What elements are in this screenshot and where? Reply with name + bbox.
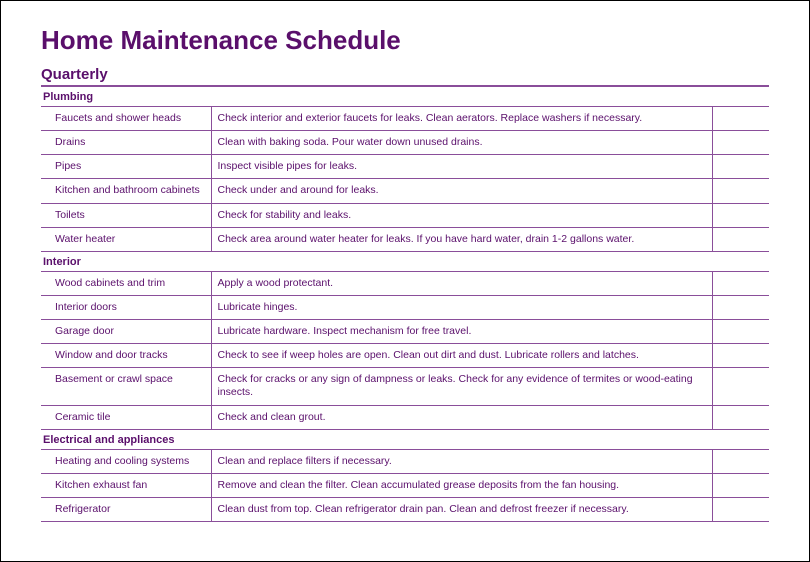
item-check xyxy=(713,405,769,429)
item-name: Faucets and shower heads xyxy=(41,107,211,131)
section-heading-row: Electrical and appliances xyxy=(41,429,769,449)
item-task: Lubricate hinges. xyxy=(211,295,713,319)
table-row: Kitchen and bathroom cabinets Check unde… xyxy=(41,179,769,203)
item-task: Clean with baking soda. Pour water down … xyxy=(211,131,713,155)
item-task: Check to see if weep holes are open. Cle… xyxy=(211,344,713,368)
table-row: Garage door Lubricate hardware. Inspect … xyxy=(41,320,769,344)
section-heading: Plumbing xyxy=(41,87,769,107)
item-task: Lubricate hardware. Inspect mechanism fo… xyxy=(211,320,713,344)
item-name: Kitchen and bathroom cabinets xyxy=(41,179,211,203)
item-check xyxy=(713,179,769,203)
item-name: Kitchen exhaust fan xyxy=(41,473,211,497)
item-name: Water heater xyxy=(41,227,211,251)
item-task: Check under and around for leaks. xyxy=(211,179,713,203)
item-task: Check for cracks or any sign of dampness… xyxy=(211,368,713,405)
table-row: Wood cabinets and trim Apply a wood prot… xyxy=(41,271,769,295)
table-row: Drains Clean with baking soda. Pour wate… xyxy=(41,131,769,155)
item-task: Apply a wood protectant. xyxy=(211,271,713,295)
item-check xyxy=(713,473,769,497)
item-check xyxy=(713,271,769,295)
item-check xyxy=(713,155,769,179)
item-task: Check area around water heater for leaks… xyxy=(211,227,713,251)
item-name: Ceramic tile xyxy=(41,405,211,429)
table-row: Ceramic tile Check and clean grout. xyxy=(41,405,769,429)
schedule-table: Plumbing Faucets and shower heads Check … xyxy=(41,87,769,522)
table-row: Water heater Check area around water hea… xyxy=(41,227,769,251)
item-name: Drains xyxy=(41,131,211,155)
item-check xyxy=(713,203,769,227)
item-task: Check interior and exterior faucets for … xyxy=(211,107,713,131)
page: Home Maintenance Schedule Quarterly Plum… xyxy=(0,0,810,562)
table-row: Faucets and shower heads Check interior … xyxy=(41,107,769,131)
item-name: Refrigerator xyxy=(41,497,211,521)
item-name: Pipes xyxy=(41,155,211,179)
section-heading-row: Plumbing xyxy=(41,87,769,107)
item-check xyxy=(713,449,769,473)
item-name: Garage door xyxy=(41,320,211,344)
page-subtitle: Quarterly xyxy=(41,66,769,87)
item-name: Interior doors xyxy=(41,295,211,319)
item-name: Window and door tracks xyxy=(41,344,211,368)
section-heading: Interior xyxy=(41,251,769,271)
item-check xyxy=(713,344,769,368)
item-check xyxy=(713,368,769,405)
table-row: Pipes Inspect visible pipes for leaks. xyxy=(41,155,769,179)
item-task: Remove and clean the filter. Clean accum… xyxy=(211,473,713,497)
item-check xyxy=(713,107,769,131)
item-name: Heating and cooling systems xyxy=(41,449,211,473)
item-task: Clean dust from top. Clean refrigerator … xyxy=(211,497,713,521)
item-name: Toilets xyxy=(41,203,211,227)
table-row: Toilets Check for stability and leaks. xyxy=(41,203,769,227)
table-row: Refrigerator Clean dust from top. Clean … xyxy=(41,497,769,521)
page-title: Home Maintenance Schedule xyxy=(41,25,769,56)
item-name: Wood cabinets and trim xyxy=(41,271,211,295)
table-row: Basement or crawl space Check for cracks… xyxy=(41,368,769,405)
item-name: Basement or crawl space xyxy=(41,368,211,405)
section-heading: Electrical and appliances xyxy=(41,429,769,449)
item-task: Inspect visible pipes for leaks. xyxy=(211,155,713,179)
item-task: Check and clean grout. xyxy=(211,405,713,429)
item-check xyxy=(713,295,769,319)
table-row: Heating and cooling systems Clean and re… xyxy=(41,449,769,473)
table-row: Interior doors Lubricate hinges. xyxy=(41,295,769,319)
item-check xyxy=(713,227,769,251)
table-row: Window and door tracks Check to see if w… xyxy=(41,344,769,368)
table-row: Kitchen exhaust fan Remove and clean the… xyxy=(41,473,769,497)
item-check xyxy=(713,320,769,344)
section-heading-row: Interior xyxy=(41,251,769,271)
item-task: Check for stability and leaks. xyxy=(211,203,713,227)
item-task: Clean and replace filters if necessary. xyxy=(211,449,713,473)
item-check xyxy=(713,497,769,521)
item-check xyxy=(713,131,769,155)
